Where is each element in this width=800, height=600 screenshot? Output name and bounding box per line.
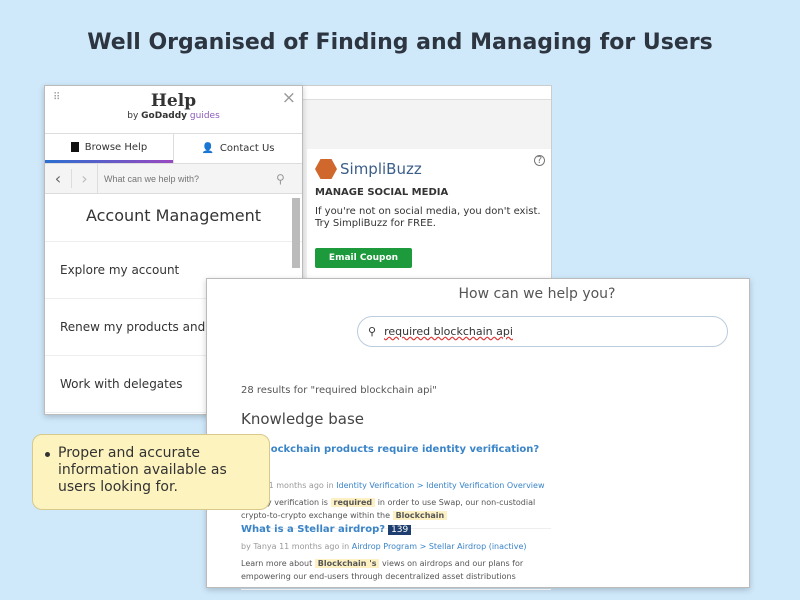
result-title-link[interactable]: What is a Stellar airdrop? bbox=[241, 524, 385, 535]
document-icon bbox=[70, 142, 79, 152]
email-coupon-button[interactable]: Email Coupon bbox=[315, 248, 412, 268]
search-result: Do Blockchain products require identity … bbox=[241, 437, 551, 529]
section-title: Account Management bbox=[45, 194, 302, 242]
kb-search-input[interactable]: ⚲ required blockchain api bbox=[357, 316, 728, 347]
ad-headline: MANAGE SOCIAL MEDIA bbox=[315, 187, 449, 198]
search-icon[interactable]: ⚲ bbox=[276, 172, 302, 186]
ad-panel: ? SimpliBuzz MANAGE SOCIAL MEDIA If you'… bbox=[298, 85, 552, 285]
search-icon: ⚲ bbox=[368, 325, 377, 338]
search-title: How can we help you? bbox=[458, 286, 616, 302]
tab-browse-help[interactable]: Browse Help bbox=[45, 134, 173, 163]
help-search-input[interactable] bbox=[97, 163, 276, 194]
page-heading: Well Organised of Finding and Managing f… bbox=[87, 30, 713, 55]
person-icon: 👤 bbox=[201, 143, 214, 154]
callout-note: Proper and accurate information availabl… bbox=[32, 434, 270, 510]
godaddy-logo: GoDaddy bbox=[141, 111, 188, 121]
search-panel: How can we help you? ⚲ required blockchai… bbox=[206, 278, 750, 590]
close-icon[interactable]: × bbox=[282, 88, 296, 108]
help-title: Help bbox=[150, 91, 197, 111]
drag-handle-icon[interactable]: ⠿ bbox=[53, 92, 60, 103]
help-circle-icon[interactable]: ? bbox=[534, 155, 545, 166]
section-heading: Knowledge base bbox=[241, 410, 364, 428]
category-link[interactable]: Identity Verification > Identity Verific… bbox=[336, 481, 544, 490]
ad-body: If you're not on social media, you don't… bbox=[315, 206, 541, 229]
search-result: What is a Stellar airdrop? 139 by Tanya 1… bbox=[241, 517, 551, 590]
forward-arrow-icon[interactable]: › bbox=[71, 169, 97, 188]
simplibuzz-logo: SimpliBuzz bbox=[315, 159, 543, 179]
likes-badge: 139 bbox=[388, 525, 412, 535]
results-count: 28 results for "required blockchain api" bbox=[241, 385, 437, 396]
category-link[interactable]: Airdrop Program > Stellar Airdrop (inact… bbox=[352, 542, 527, 551]
result-title-link[interactable]: Do Blockchain products require identity … bbox=[241, 444, 539, 455]
scrollbar[interactable] bbox=[292, 198, 300, 268]
back-arrow-icon[interactable]: ‹ bbox=[45, 169, 71, 188]
tab-contact-us[interactable]: 👤 Contact Us bbox=[173, 134, 302, 163]
